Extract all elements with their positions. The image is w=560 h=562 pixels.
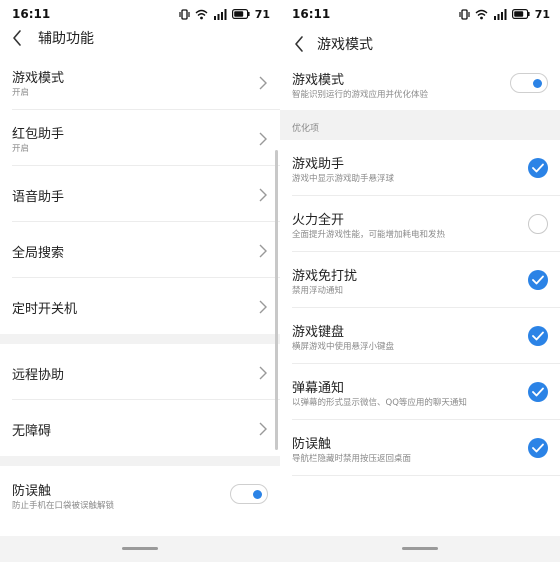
option-bullet-notifications[interactable]: 弹幕通知 以弹幕的形式显示微信、QQ等应用的聊天通知 — [280, 364, 560, 420]
option-title: 游戏免打扰 — [292, 269, 358, 284]
battery-icon — [511, 9, 530, 19]
option-title: 游戏键盘 — [292, 325, 345, 340]
unchecked-circle-icon[interactable] — [528, 214, 548, 234]
chevron-right-icon — [258, 299, 268, 314]
signal-icon — [213, 8, 227, 20]
status-bar: 16:11 71 — [280, 0, 560, 28]
toggle-knob — [253, 490, 262, 499]
game-mode-screen: 16:11 71 游戏模式 游戏模式 智能识别运行的游戏应用并优化体验 优化项 … — [280, 0, 560, 562]
menu-item-title: 定时开关机 — [12, 302, 78, 317]
title-bar: 辅助功能 — [0, 20, 280, 56]
menu-item-scheduled-power[interactable]: 定时开关机 — [0, 278, 280, 334]
chevron-right-icon — [258, 187, 268, 202]
wifi-icon — [195, 9, 208, 20]
option-title: 弹幕通知 — [292, 381, 345, 396]
chevron-right-icon — [258, 421, 268, 436]
page-title: 游戏模式 — [317, 37, 373, 53]
menu-item-title: 无障碍 — [12, 424, 52, 439]
option-title: 游戏助手 — [292, 157, 345, 172]
option-anti-mistouch[interactable]: 防误触 导航栏隐藏时禁用按压返回桌面 — [280, 420, 560, 476]
checkmark-icon[interactable] — [528, 326, 548, 346]
menu-item-title: 红包助手 — [12, 127, 65, 142]
status-time: 16:11 — [12, 7, 51, 21]
option-title: 火力全开 — [292, 213, 345, 228]
menu-item-game-mode[interactable]: 游戏模式 开启 — [0, 54, 280, 110]
chevron-right-icon — [258, 75, 268, 90]
back-arrow-icon[interactable] — [8, 28, 28, 48]
chevron-right-icon — [258, 365, 268, 380]
game-mode-toggle[interactable] — [510, 73, 548, 93]
wifi-icon — [475, 9, 488, 20]
section-header: 优化项 — [280, 110, 560, 140]
menu-item-status: 开启 — [12, 88, 30, 98]
option-description: 导航栏隐藏时禁用按压返回桌面 — [292, 454, 412, 464]
page-title: 辅助功能 — [38, 31, 94, 47]
menu-item-global-search[interactable]: 全局搜索 — [0, 222, 280, 278]
signal-icon — [493, 8, 507, 20]
menu-item-remote-assist[interactable]: 远程协助 — [0, 344, 280, 400]
option-full-power[interactable]: 火力全开 全面提升游戏性能，可能增加耗电和发热 — [280, 196, 560, 252]
menu-item-red-packet-assistant[interactable]: 红包助手 开启 — [0, 110, 280, 166]
section-label: 优化项 — [292, 124, 320, 134]
status-time: 16:11 — [292, 7, 331, 21]
setting-description: 防止手机在口袋被误触解锁 — [12, 501, 115, 511]
section-gap — [0, 334, 280, 344]
menu-item-status: 开启 — [12, 144, 30, 154]
setting-title: 游戏模式 — [292, 73, 345, 88]
chevron-right-icon — [258, 243, 268, 258]
battery-level: 71 — [534, 7, 550, 21]
title-bar: 游戏模式 — [280, 26, 560, 62]
checkmark-icon[interactable] — [528, 270, 548, 290]
checkmark-icon[interactable] — [528, 382, 548, 402]
battery-level: 71 — [254, 7, 270, 21]
menu-item-title: 语音助手 — [12, 190, 65, 205]
option-description: 游戏中显示游戏助手悬浮球 — [292, 174, 395, 184]
vibrate-icon — [459, 8, 470, 20]
setting-game-mode: 游戏模式 智能识别运行的游戏应用并优化体验 — [280, 62, 560, 110]
option-description: 横屏游戏中使用悬浮小键盘 — [292, 342, 395, 352]
option-game-assistant[interactable]: 游戏助手 游戏中显示游戏助手悬浮球 — [280, 140, 560, 196]
option-description: 禁用浮动通知 — [292, 286, 344, 296]
home-handle[interactable] — [402, 547, 438, 550]
checkmark-icon[interactable] — [528, 438, 548, 458]
menu-item-title: 远程协助 — [12, 368, 65, 383]
vibrate-icon — [179, 8, 190, 20]
menu-item-title: 全局搜索 — [12, 246, 65, 261]
menu-item-voice-assistant[interactable]: 语音助手 — [0, 166, 280, 222]
menu-item-accessibility[interactable]: 无障碍 — [0, 400, 280, 456]
scrollbar[interactable] — [275, 150, 278, 450]
navigation-bar — [280, 536, 560, 562]
home-handle[interactable] — [122, 547, 158, 550]
option-game-do-not-disturb[interactable]: 游戏免打扰 禁用浮动通知 — [280, 252, 560, 308]
menu-item-title: 游戏模式 — [12, 71, 65, 86]
section-gap — [0, 456, 280, 466]
anti-mistouch-toggle[interactable] — [230, 484, 268, 504]
option-description: 全面提升游戏性能，可能增加耗电和发热 — [292, 230, 446, 240]
setting-title: 防误触 — [12, 484, 52, 499]
accessibility-screen: 16:11 71 辅助功能 游戏模式 开启 红包助手 开启 语音助手 全局搜索 … — [0, 0, 280, 562]
back-arrow-icon[interactable] — [290, 34, 310, 54]
divider — [292, 475, 560, 476]
option-description: 以弹幕的形式显示微信、QQ等应用的聊天通知 — [292, 398, 467, 408]
setting-description: 智能识别运行的游戏应用并优化体验 — [292, 90, 429, 100]
chevron-right-icon — [258, 131, 268, 146]
toggle-knob — [533, 79, 542, 88]
option-game-keyboard[interactable]: 游戏键盘 横屏游戏中使用悬浮小键盘 — [280, 308, 560, 364]
checkmark-icon[interactable] — [528, 158, 548, 178]
battery-icon — [231, 9, 250, 19]
option-title: 防误触 — [292, 437, 332, 452]
setting-anti-mistouch: 防误触 防止手机在口袋被误触解锁 — [0, 466, 280, 522]
navigation-bar — [0, 536, 280, 562]
